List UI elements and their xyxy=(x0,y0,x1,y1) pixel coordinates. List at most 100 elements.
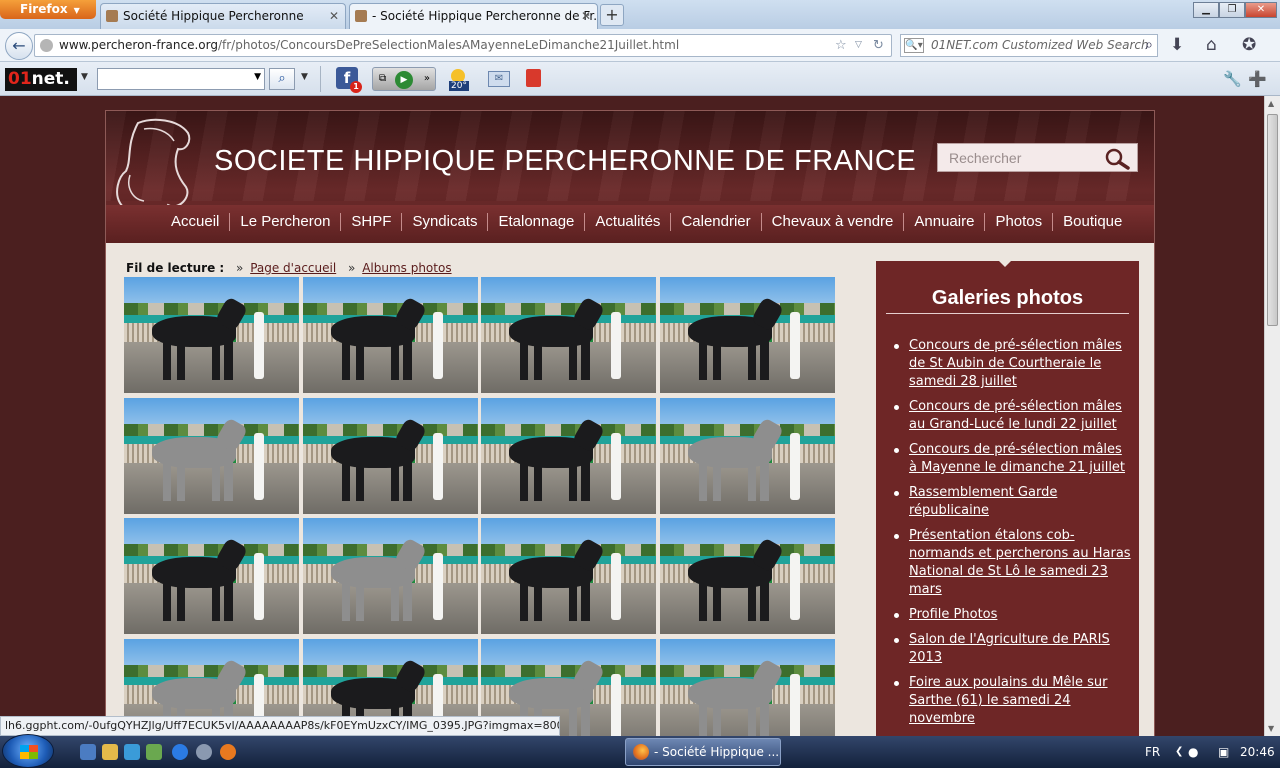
play-icon[interactable]: ▶ xyxy=(395,71,413,89)
close-tab-icon[interactable]: ✕ xyxy=(581,4,591,28)
photo-thumbnail[interactable] xyxy=(660,277,835,393)
horse-leg xyxy=(580,581,590,622)
photo-thumbnail[interactable] xyxy=(660,639,835,736)
close-window-button[interactable]: ✕ xyxy=(1245,2,1277,18)
menu-item-5[interactable]: Actualités xyxy=(585,213,672,231)
photo-thumbnail[interactable] xyxy=(660,398,835,514)
search-icon[interactable]: ⌕ xyxy=(1145,35,1153,56)
url-path: /fr/photos/ConcoursDePreSelectionMalesAM… xyxy=(217,38,680,52)
logo-menu-dropdown-icon[interactable]: ▼ xyxy=(81,72,88,82)
tray-app-icon[interactable]: ● xyxy=(1188,736,1198,768)
menu-item-4[interactable]: Etalonnage xyxy=(488,213,586,231)
vertical-scrollbar[interactable]: ▲ ▼ xyxy=(1264,96,1280,736)
fast-forward-icon[interactable]: » xyxy=(424,68,430,90)
photo-thumbnail[interactable] xyxy=(124,518,299,634)
photo-thumbnail[interactable] xyxy=(481,518,656,634)
maximize-button[interactable]: ❐ xyxy=(1219,2,1245,18)
media-player-widget[interactable]: ⧉ ▶ » xyxy=(372,67,436,91)
facebook-icon[interactable]: f1 xyxy=(336,67,362,93)
web-search-input[interactable]: 🔍▾ 01NET.com Customized Web Search ⌕ xyxy=(900,34,1158,57)
history-dropdown-icon[interactable]: ▽ xyxy=(855,35,862,56)
photo-thumbnail[interactable] xyxy=(481,398,656,514)
sidebar-gallery-link[interactable]: Salon de l'Agriculture de PARIS 2013 xyxy=(892,631,1132,667)
sidebar-gallery-link[interactable]: Présentation étalons cob-normands et per… xyxy=(892,527,1132,599)
address-bar[interactable]: www.percheron-france.org/fr/photos/Conco… xyxy=(34,34,892,57)
mail-icon[interactable]: ✉ xyxy=(488,71,510,87)
horse-leg xyxy=(712,702,722,736)
gift-icon[interactable] xyxy=(526,69,541,87)
tab-1[interactable]: Société Hippique Percheronne ✕ xyxy=(100,3,346,29)
toolbar-search-input[interactable]: ▼ xyxy=(97,68,265,90)
network-tray-icon[interactable]: ▣ xyxy=(1218,736,1229,768)
photo-thumbnail[interactable] xyxy=(660,518,835,634)
sidebar-gallery-link[interactable]: Concours de pré-sélection mâles à Mayenn… xyxy=(892,441,1132,477)
photo-thumbnail[interactable] xyxy=(303,398,478,514)
menu-item-6[interactable]: Calendrier xyxy=(671,213,762,231)
reload-icon[interactable]: ↻ xyxy=(873,35,884,56)
menu-item-9[interactable]: Photos xyxy=(985,213,1054,231)
toolbar-search-button[interactable]: ⌕ xyxy=(269,68,295,90)
app-icon[interactable] xyxy=(196,744,212,760)
sidebar-gallery-link[interactable]: Concours de pré-sélection mâles de St Au… xyxy=(892,337,1132,391)
search-options-dropdown-icon[interactable]: ▼ xyxy=(301,72,308,82)
menu-item-10[interactable]: Boutique xyxy=(1053,213,1132,231)
01net-logo[interactable]: 01net. xyxy=(5,68,77,91)
gallery-sidebar: Galeries photos Concours de pré-sélectio… xyxy=(876,261,1139,736)
weather-widget[interactable]: 20° xyxy=(447,67,473,93)
menu-item-2[interactable]: SHPF xyxy=(341,213,403,231)
photo-thumbnail[interactable] xyxy=(124,277,299,393)
photo-thumbnail[interactable] xyxy=(303,518,478,634)
photo-thumbnail[interactable] xyxy=(481,277,656,393)
breadcrumb-albums-link[interactable]: Albums photos xyxy=(362,261,451,275)
site-favicon-icon xyxy=(106,10,118,22)
photo-thumbnail[interactable] xyxy=(303,277,478,393)
add-button-icon[interactable]: ➕ xyxy=(1248,70,1267,88)
breadcrumb-home-link[interactable]: Page d'accueil xyxy=(250,261,336,275)
show-hidden-icons-icon[interactable]: ❮ xyxy=(1175,736,1183,768)
explorer-icon[interactable] xyxy=(102,744,118,760)
menu-item-8[interactable]: Annuaire xyxy=(904,213,986,231)
network-icon[interactable] xyxy=(146,744,162,760)
windows-media-icon[interactable] xyxy=(124,744,140,760)
navigation-bar: ← www.percheron-france.org/fr/photos/Con… xyxy=(0,29,1280,62)
handler-figure xyxy=(432,432,443,501)
firefox-menu-button[interactable]: Firefox ▼ xyxy=(0,0,96,19)
taskbar-firefox-window[interactable]: - Société Hippique ... xyxy=(625,738,781,766)
language-indicator[interactable]: FR xyxy=(1145,736,1160,768)
menu-item-3[interactable]: Syndicats xyxy=(402,213,489,231)
chevron-down-icon[interactable]: ▼ xyxy=(254,72,261,82)
site-container: SOCIETE HIPPIQUE PERCHERONNE DE FRANCE R… xyxy=(105,110,1155,736)
search-icon[interactable] xyxy=(1103,148,1131,170)
back-button[interactable]: ← xyxy=(5,32,33,60)
clock[interactable]: 20:46 xyxy=(1240,736,1275,768)
close-tab-icon[interactable]: ✕ xyxy=(329,4,339,28)
scroll-up-icon[interactable]: ▲ xyxy=(1268,99,1274,108)
sidebar-gallery-link[interactable]: Concours de pré-sélection mâles au Grand… xyxy=(892,398,1132,434)
sidebar-gallery-link[interactable]: Rassemblement Garde républicaine xyxy=(892,484,1132,520)
menu-item-1[interactable]: Le Percheron xyxy=(230,213,342,231)
download-icon[interactable]: ⬇ xyxy=(1170,35,1184,55)
show-desktop-icon[interactable] xyxy=(80,744,96,760)
bookmark-star-icon[interactable]: ☆ xyxy=(835,35,847,56)
scroll-down-icon[interactable]: ▼ xyxy=(1268,724,1274,733)
menu-item-7[interactable]: Chevaux à vendre xyxy=(762,213,905,231)
minimize-button[interactable]: ▁ xyxy=(1193,2,1219,18)
horse-leg xyxy=(519,461,529,502)
menu-item-0[interactable]: Accueil xyxy=(161,213,231,231)
site-search-input[interactable]: Rechercher xyxy=(937,143,1138,172)
firefox-icon xyxy=(633,744,649,760)
sidebar-gallery-link[interactable]: Profile Photos xyxy=(892,606,1132,624)
internet-explorer-icon[interactable] xyxy=(172,744,188,760)
wrench-icon[interactable]: 🔧 xyxy=(1223,70,1242,88)
home-icon[interactable]: ⌂ xyxy=(1206,35,1217,55)
tab-2[interactable]: - Société Hippique Percheronne de Fr... … xyxy=(349,3,598,29)
photo-thumbnail[interactable] xyxy=(124,398,299,514)
bookmarks-menu-icon[interactable]: ✪ xyxy=(1242,35,1256,55)
player-mini-icon[interactable]: ⧉ xyxy=(379,68,386,90)
scrollbar-thumb[interactable] xyxy=(1267,114,1278,326)
search-engine-icon[interactable]: 🔍▾ xyxy=(904,38,924,53)
firefox-icon[interactable] xyxy=(220,744,236,760)
sidebar-gallery-link[interactable]: Foire aux poulains du Mêle sur Sarthe (6… xyxy=(892,674,1132,728)
start-button[interactable] xyxy=(2,734,54,768)
new-tab-button[interactable]: + xyxy=(600,4,624,26)
